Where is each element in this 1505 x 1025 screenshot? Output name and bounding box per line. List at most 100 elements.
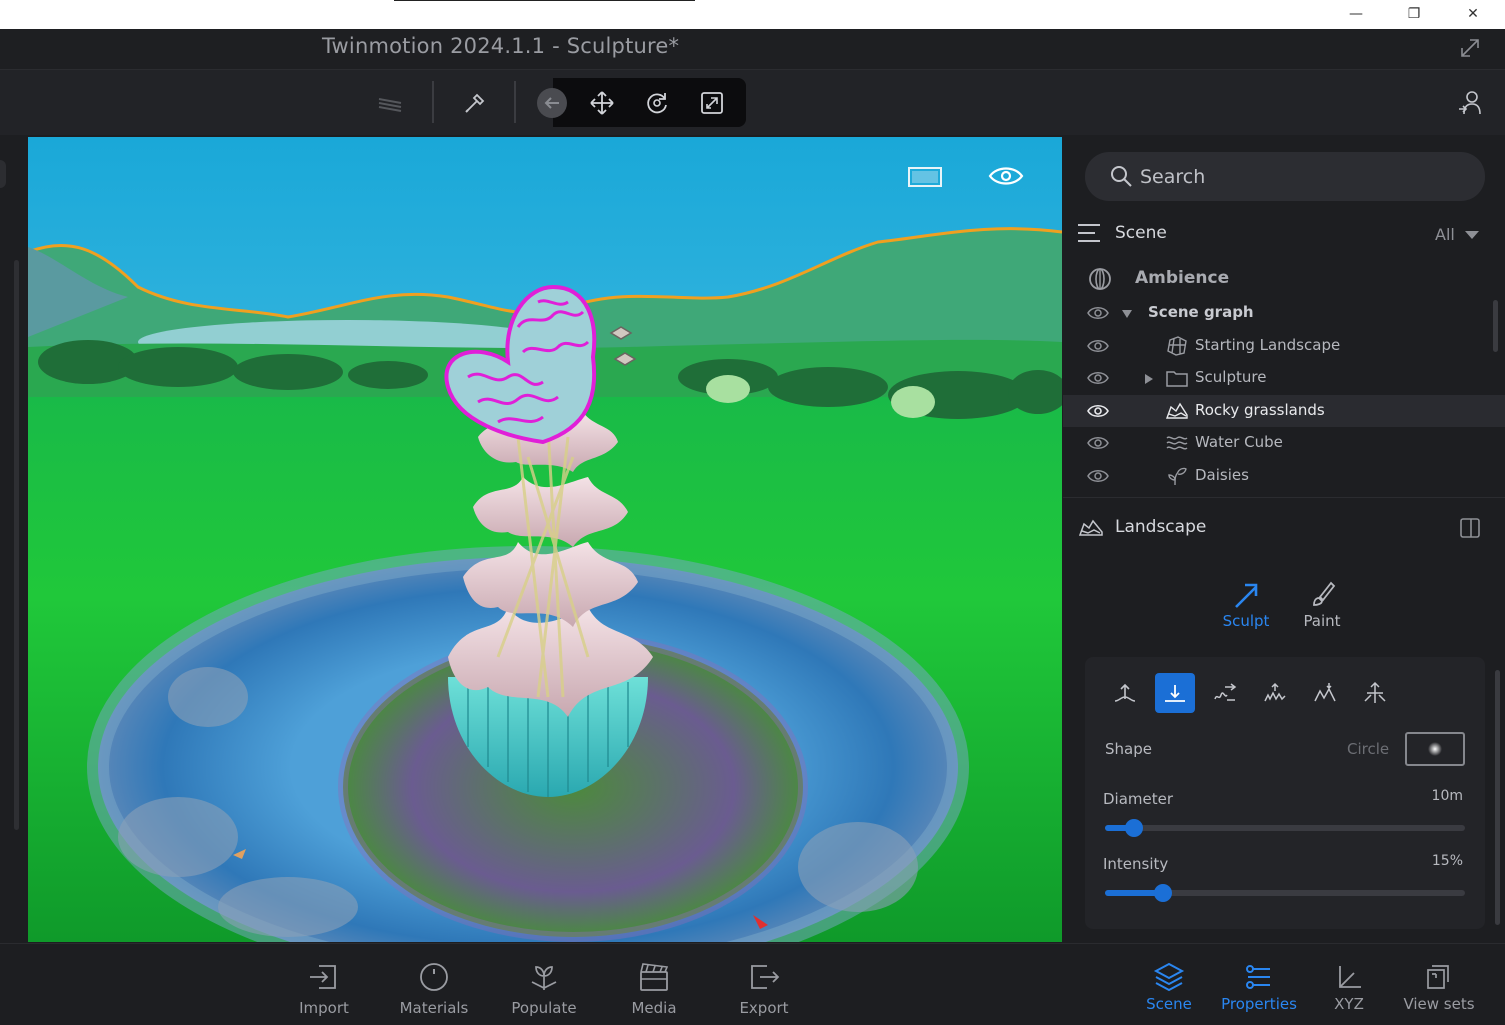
scene-title: Scene — [1115, 223, 1167, 243]
globe-icon — [1089, 268, 1111, 290]
diameter-label: Diameter — [1103, 790, 1174, 808]
search-input[interactable] — [1140, 152, 1470, 201]
toolbar-separator — [432, 81, 434, 123]
flatten-terrain-icon — [1364, 681, 1386, 703]
panel-split-icon[interactable] — [1459, 517, 1481, 539]
erode-tool-button[interactable] — [1305, 673, 1345, 713]
tree-item-sculpture[interactable]: Sculpture — [1063, 362, 1505, 394]
rotate-tool-button[interactable] — [639, 85, 675, 121]
layers-tool-button[interactable] — [372, 85, 408, 121]
back-button[interactable] — [537, 88, 567, 118]
fullscreen-icon[interactable] — [1459, 37, 1481, 59]
shape-value: Circle — [1347, 740, 1390, 758]
export-button[interactable]: Export — [719, 960, 809, 1022]
eyedropper-icon — [465, 93, 485, 113]
sculpt-tools-card: Shape Circle Diameter 10m Intensity 15% — [1085, 657, 1485, 929]
scene-panel-label: Scene — [1146, 995, 1192, 1013]
caret-down-icon[interactable] — [1121, 308, 1133, 320]
os-tab-underline — [394, 0, 695, 1]
list-icon — [1078, 224, 1100, 242]
tree-item-water-cube[interactable]: Water Cube — [1063, 427, 1505, 459]
eye-icon[interactable] — [1087, 338, 1109, 354]
materials-button[interactable]: Materials — [389, 960, 479, 1022]
xyz-panel-button[interactable]: XYZ — [1304, 960, 1394, 1022]
eye-icon[interactable] — [1087, 468, 1109, 484]
user-account-button[interactable] — [1452, 85, 1488, 121]
diameter-slider[interactable] — [1105, 819, 1465, 837]
noise-tool-button[interactable] — [1255, 673, 1295, 713]
view-sets-panel-button[interactable]: View sets — [1394, 960, 1484, 1022]
mode-tab-paint[interactable]: Paint — [1291, 580, 1353, 636]
3d-viewport[interactable] — [28, 137, 1062, 942]
scene-panel-button[interactable]: Scene — [1124, 960, 1214, 1022]
sliders-icon — [1246, 965, 1270, 989]
intensity-slider-thumb[interactable] — [1153, 884, 1172, 902]
mode-tab-label: Paint — [1303, 612, 1341, 630]
raise-terrain-icon — [1114, 683, 1136, 702]
scene-filter-dropdown[interactable]: All — [1435, 225, 1455, 244]
tree-item-ambience[interactable]: Ambience — [1063, 263, 1505, 295]
water-icon — [1166, 436, 1188, 450]
landscape-header: Landscape — [1063, 510, 1505, 546]
tree-item-label: Daisies — [1195, 466, 1249, 484]
smooth-tool-button[interactable] — [1205, 673, 1245, 713]
eye-icon[interactable] — [1087, 305, 1109, 321]
folder-icon — [1166, 371, 1188, 387]
scene-header: Scene All — [1063, 215, 1505, 251]
view-sets-panel-label: View sets — [1403, 995, 1475, 1013]
scene-render — [28, 137, 1062, 942]
lower-terrain-icon — [1165, 685, 1185, 702]
layers-icon — [1153, 962, 1185, 992]
tree-item-label: Scene graph — [1148, 303, 1254, 321]
move-arrows-icon — [590, 91, 614, 115]
left-panel-handle[interactable] — [0, 160, 6, 188]
properties-panel-label: Properties — [1221, 995, 1297, 1013]
chevron-down-icon[interactable] — [1465, 230, 1479, 240]
eyedropper-button[interactable] — [457, 85, 493, 121]
tree-item-label: Sculpture — [1195, 368, 1267, 386]
diameter-value: 10m — [1431, 788, 1463, 804]
lower-tool-button[interactable] — [1155, 673, 1195, 713]
eye-icon[interactable] — [1087, 403, 1109, 419]
intensity-value: 15% — [1431, 853, 1463, 869]
right-panel: Scene All Ambience Scene graph St — [1063, 135, 1505, 943]
export-label: Export — [739, 999, 789, 1017]
tree-item-starting-landscape[interactable]: Starting Landscape — [1063, 330, 1505, 362]
viewport-visibility-icon[interactable] — [988, 163, 1024, 189]
import-label: Import — [299, 999, 349, 1017]
eye-icon[interactable] — [1087, 435, 1109, 451]
restore-button[interactable]: ❐ — [1401, 2, 1427, 26]
mode-tab-sculpt[interactable]: Sculpt — [1215, 580, 1277, 636]
plant-icon — [1168, 467, 1187, 486]
bottom-bar: Import Materials Populate Media Export S… — [0, 943, 1505, 1025]
viewport-frame-icon[interactable] — [908, 165, 942, 189]
properties-panel-button[interactable]: Properties — [1214, 960, 1304, 1022]
properties-scrollbar[interactable] — [1495, 670, 1500, 925]
erode-terrain-icon — [1314, 683, 1336, 702]
tree-item-daisies[interactable]: Daisies — [1063, 460, 1505, 492]
diameter-slider-thumb[interactable] — [1124, 819, 1143, 837]
axis-icon — [1339, 966, 1361, 988]
import-button[interactable]: Import — [279, 960, 369, 1022]
close-button[interactable]: ✕ — [1460, 2, 1486, 26]
raise-tool-button[interactable] — [1105, 673, 1145, 713]
scale-tool-button[interactable] — [694, 85, 730, 121]
os-window-bar: — ❐ ✕ — [0, 0, 1505, 29]
tree-item-rocky-grasslands[interactable]: Rocky grasslands — [1063, 395, 1505, 427]
caret-right-icon[interactable] — [1143, 373, 1155, 385]
flatten-tool-button[interactable] — [1355, 673, 1395, 713]
materials-sphere-icon — [420, 963, 448, 991]
intensity-slider[interactable] — [1105, 884, 1465, 902]
view-sets-icon — [1427, 965, 1449, 989]
tree-item-scene-graph[interactable]: Scene graph — [1063, 297, 1505, 329]
eye-icon[interactable] — [1087, 370, 1109, 386]
media-button[interactable]: Media — [609, 960, 699, 1022]
populate-button[interactable]: Populate — [499, 960, 589, 1022]
move-tool-button[interactable] — [584, 85, 620, 121]
brush-shape-picker[interactable] — [1405, 732, 1465, 766]
minimize-button[interactable]: — — [1343, 2, 1369, 26]
scale-icon — [701, 92, 723, 114]
left-scrollbar[interactable] — [14, 260, 19, 830]
scene-list-scrollbar[interactable] — [1493, 300, 1498, 352]
tree-item-label: Ambience — [1135, 268, 1230, 288]
